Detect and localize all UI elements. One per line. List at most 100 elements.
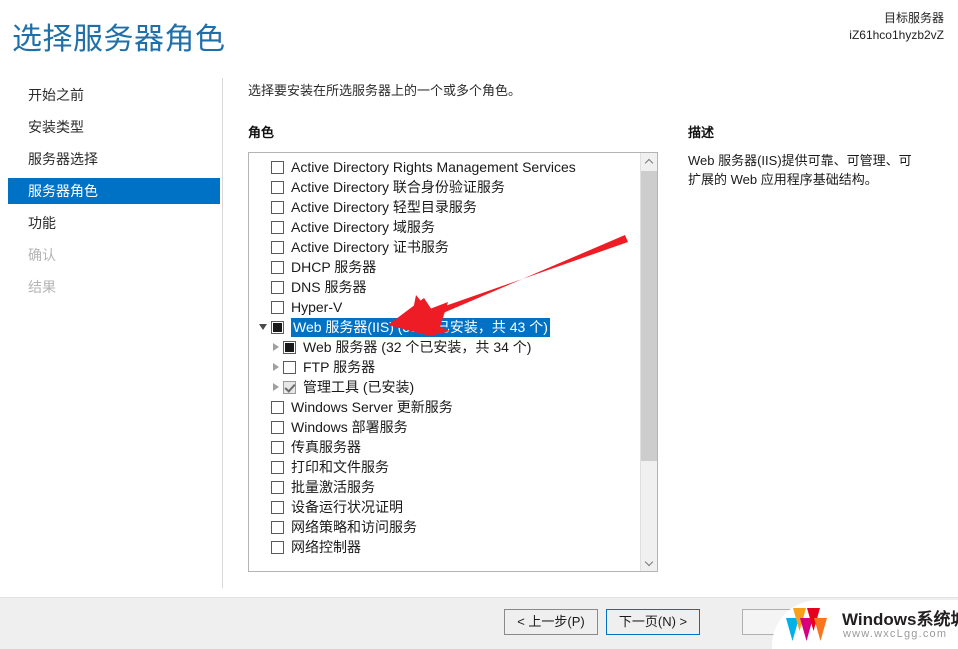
role-row[interactable]: 网络策略和访问服务 (249, 517, 641, 537)
sidebar-item-4[interactable]: 功能 (0, 210, 222, 236)
expander-placeholder (257, 180, 271, 194)
role-label: Windows 部署服务 (291, 418, 408, 435)
expander-placeholder (257, 420, 271, 434)
role-row[interactable]: Windows 部署服务 (249, 417, 641, 437)
role-row[interactable]: Web 服务器(IIS) (39 个已安装，共 43 个) (249, 317, 641, 337)
role-row[interactable]: 批量激活服务 (249, 477, 641, 497)
role-label: Active Directory Rights Management Servi… (291, 158, 576, 175)
role-label: 管理工具 (已安装) (303, 378, 415, 395)
role-checkbox[interactable] (271, 480, 284, 494)
roles-listbox[interactable]: Active Directory Rights Management Servi… (248, 152, 658, 572)
role-checkbox[interactable] (271, 200, 284, 214)
next-button[interactable]: 下一页(N) > (606, 609, 700, 635)
expander-placeholder (257, 400, 271, 414)
role-label: 打印和文件服务 (291, 458, 389, 475)
expander-placeholder (257, 520, 271, 534)
description-text: Web 服务器(IIS)提供可靠、可管理、可扩展的 Web 应用程序基础结构。 (688, 153, 912, 187)
expander-collapse-icon[interactable] (257, 320, 271, 334)
role-checkbox[interactable] (271, 320, 284, 334)
roles-scrollbar[interactable] (640, 153, 657, 571)
role-checkbox[interactable] (271, 160, 284, 174)
role-label: 网络控制器 (291, 538, 361, 555)
role-row[interactable]: DHCP 服务器 (249, 257, 641, 277)
page-header: 选择服务器角色 目标服务器 iZ61hco1hyzb2vZ (0, 0, 958, 78)
sidebar-item-5: 确认 (28, 247, 56, 263)
role-checkbox[interactable] (271, 500, 284, 514)
role-label: 设备运行状况证明 (291, 498, 403, 515)
role-row[interactable]: FTP 服务器 (249, 357, 641, 377)
role-checkbox[interactable] (271, 300, 284, 314)
description-title: 描述 (688, 125, 715, 140)
role-row[interactable]: 网络控制器 (249, 537, 641, 557)
wizard-sidebar: 开始之前安装类型服务器选择服务器角色功能确认结果 (0, 82, 222, 582)
role-row[interactable]: Active Directory 证书服务 (249, 237, 641, 257)
role-checkbox[interactable] (283, 380, 296, 394)
expander-placeholder (257, 200, 271, 214)
wizard-footer: < 上一步(P) 下一页(N) > Windows系统城 www.wxcLgg.… (0, 597, 958, 649)
expander-expand-icon[interactable] (269, 360, 283, 374)
expander-placeholder (257, 280, 271, 294)
role-checkbox[interactable] (283, 360, 296, 374)
role-checkbox[interactable] (271, 220, 284, 234)
watermark: Windows系统城 www.wxcLgg.com (772, 600, 958, 649)
role-row[interactable]: 设备运行状况证明 (249, 497, 641, 517)
role-row[interactable]: 打印和文件服务 (249, 457, 641, 477)
role-label: DNS 服务器 (291, 278, 367, 295)
role-label: Active Directory 证书服务 (291, 238, 449, 255)
role-label: FTP 服务器 (303, 358, 376, 375)
sidebar-item-1[interactable]: 安装类型 (0, 114, 222, 140)
role-label: DHCP 服务器 (291, 258, 377, 275)
roles-section-label: 角色 (248, 125, 275, 140)
expander-expand-icon[interactable] (269, 340, 283, 354)
role-label: Web 服务器(IIS) (39 个已安装，共 43 个) (291, 317, 550, 337)
role-row[interactable]: Windows Server 更新服务 (249, 397, 641, 417)
sidebar-item-2[interactable]: 服务器选择 (0, 146, 222, 172)
sidebar-item-6: 结果 (28, 279, 56, 295)
target-server-label: 目标服务器 (883, 11, 944, 25)
role-checkbox[interactable] (271, 280, 284, 294)
role-checkbox[interactable] (271, 440, 284, 454)
role-checkbox[interactable] (271, 520, 284, 534)
target-server-info: 目标服务器 iZ61hco1hyzb2vZ (849, 10, 944, 44)
role-row[interactable]: Active Directory 域服务 (249, 217, 641, 237)
instruction-text: 选择要安装在所选服务器上的一个或多个角色。 (248, 83, 522, 98)
previous-button[interactable]: < 上一步(P) (504, 609, 598, 635)
scroll-up-icon[interactable] (641, 153, 657, 170)
role-row[interactable]: Hyper-V (249, 297, 641, 317)
role-row[interactable]: 传真服务器 (249, 437, 641, 457)
sidebar-item-3[interactable]: 服务器角色 (8, 178, 220, 204)
role-checkbox[interactable] (271, 460, 284, 474)
role-checkbox[interactable] (271, 180, 284, 194)
role-checkbox[interactable] (271, 540, 284, 554)
page-title: 选择服务器角色 (12, 23, 226, 56)
sidebar-item-0[interactable]: 开始之前 (0, 82, 222, 108)
role-checkbox[interactable] (283, 340, 296, 354)
role-checkbox[interactable] (271, 400, 284, 414)
role-checkbox[interactable] (271, 240, 284, 254)
role-row[interactable]: 管理工具 (已安装) (249, 377, 641, 397)
role-row[interactable]: DNS 服务器 (249, 277, 641, 297)
roles-list: Active Directory Rights Management Servi… (249, 157, 641, 557)
role-row[interactable]: Active Directory Rights Management Servi… (249, 157, 641, 177)
watermark-brand: Windows系统城 (842, 610, 958, 629)
scrollbar-thumb[interactable] (641, 171, 657, 461)
role-row[interactable]: Active Directory 联合身份验证服务 (249, 177, 641, 197)
expander-placeholder (257, 440, 271, 454)
target-server-name: iZ61hco1hyzb2vZ (849, 28, 944, 42)
role-label: Active Directory 轻型目录服务 (291, 198, 477, 215)
role-label: Hyper-V (291, 298, 343, 315)
sidebar-divider (222, 78, 223, 588)
role-row[interactable]: Web 服务器 (32 个已安装，共 34 个) (249, 337, 641, 357)
expander-expand-icon[interactable] (269, 380, 283, 394)
expander-placeholder (257, 240, 271, 254)
expander-placeholder (257, 160, 271, 174)
role-checkbox[interactable] (271, 420, 284, 434)
expander-placeholder (257, 500, 271, 514)
role-checkbox[interactable] (271, 260, 284, 274)
role-label: 批量激活服务 (291, 478, 375, 495)
scroll-down-icon[interactable] (641, 554, 657, 571)
role-label: Active Directory 联合身份验证服务 (291, 178, 505, 195)
expander-placeholder (257, 480, 271, 494)
role-label: Windows Server 更新服务 (291, 398, 453, 415)
role-row[interactable]: Active Directory 轻型目录服务 (249, 197, 641, 217)
